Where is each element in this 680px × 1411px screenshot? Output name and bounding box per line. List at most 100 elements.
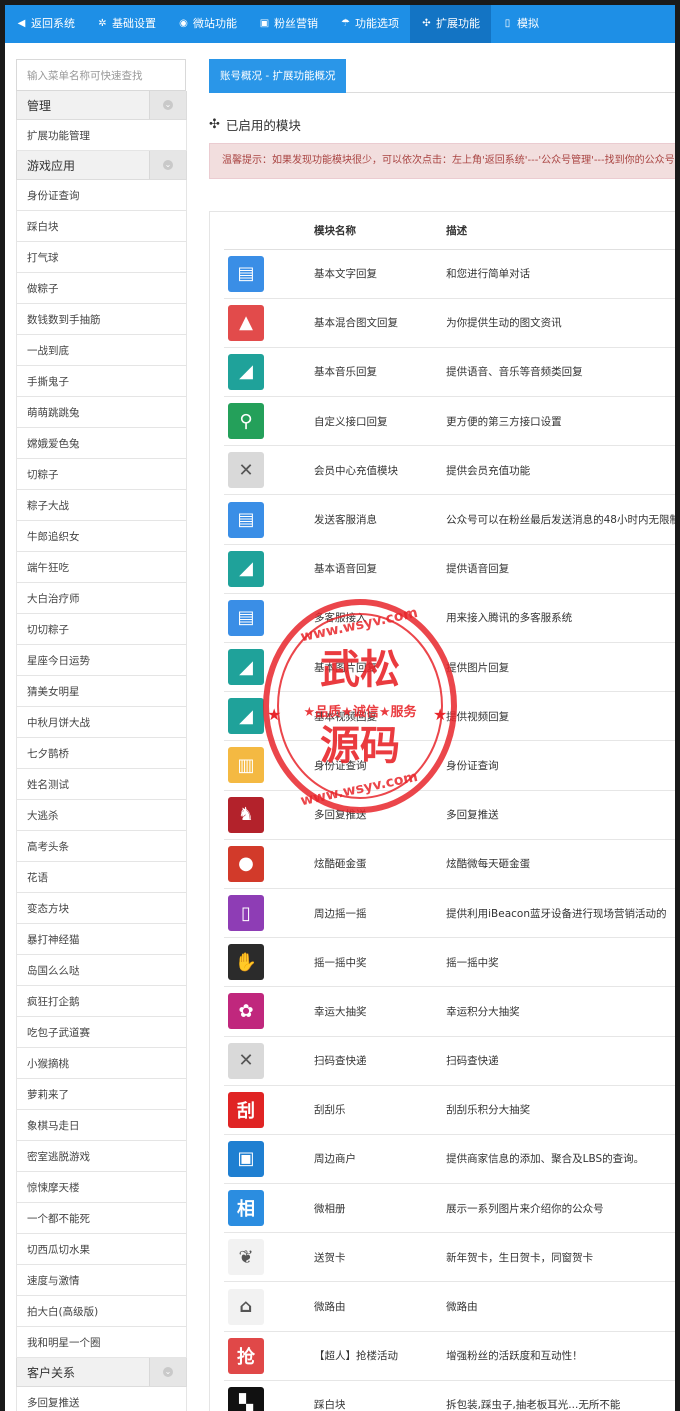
module-icon-cell: ▲: [224, 298, 314, 348]
tab-bar: 账号概况 - 扩展功能概况: [209, 59, 675, 93]
sidebar-item[interactable]: 密室逃脱游戏: [16, 1141, 187, 1172]
sidebar-item[interactable]: 我和明星一个圈: [16, 1327, 187, 1358]
sidebar-item[interactable]: 惊悚摩天楼: [16, 1172, 187, 1203]
sidebar-item[interactable]: 踩白块: [16, 211, 187, 242]
table-row: ● 炫酷砸金蛋 炫酷微每天砸金蛋: [224, 839, 675, 889]
nav-item-label: 粉丝营销: [274, 17, 318, 30]
sidebar-group-title: 游戏应用: [27, 158, 76, 173]
chart-icon: ▥: [228, 747, 264, 784]
table-row: 抢 【超人】抢楼活动 增强粉丝的活跃度和互动性！: [224, 1331, 675, 1381]
module-icon-cell: ⚲: [224, 396, 314, 447]
cubes-icon: ✣: [209, 117, 220, 132]
collapse-toggle[interactable]: ⌄: [149, 151, 186, 179]
table-row: ◢ 基本音乐回复 提供语音、音乐等音频类回复: [224, 347, 675, 398]
grab-icon: 抢: [228, 1337, 264, 1374]
sidebar-item[interactable]: 打气球: [16, 242, 187, 273]
sidebar-item[interactable]: 七夕鹊桥: [16, 738, 187, 769]
sidebar-menu: 管理 ⌄ 扩展功能管理 游戏应用 ⌄ 身份证查询 踩白块 打气球 做粽子 数钱数到手抽筋 一战到底手…: [16, 91, 187, 1411]
nav-item-1[interactable]: ✲ 基础设置: [86, 5, 167, 43]
module-icon-cell: ⌂: [224, 1281, 314, 1332]
sidebar-item[interactable]: 嫦娥爱色兔: [16, 428, 187, 459]
sidebar-item[interactable]: 暴打神经猫: [16, 924, 187, 955]
sidebar-item[interactable]: 多回复推送: [16, 1387, 187, 1411]
sidebar-search-input[interactable]: 输入菜单名称可快速查找: [16, 59, 186, 91]
sidebar-item[interactable]: 扩展功能管理: [16, 120, 187, 151]
alert-tip: 温馨提示：如果发现功能模块很少，可以依次点击：左上角'返回系统'---'公众号管…: [209, 143, 675, 179]
module-desc: 提供视频回复: [446, 691, 675, 742]
sidebar-item[interactable]: 粽子大战: [16, 490, 187, 521]
sidebar-group-header[interactable]: 管理 ⌄: [16, 91, 187, 120]
modules-table-panel: 模块名称 描述 ▤ 基本文字回复 和您进行简单对话 ▲ 基本混合图文回复 为你提供生动的图…: [209, 211, 675, 1411]
module-desc: 和您进行简单对话: [446, 249, 675, 299]
sidebar-item[interactable]: 拍大白(高级版): [16, 1296, 187, 1327]
chevron-icon: ⌄: [163, 1367, 173, 1377]
sidebar-item[interactable]: 小猴摘桃: [16, 1048, 187, 1079]
collapse-toggle[interactable]: ⌄: [149, 91, 186, 119]
nav-item-3[interactable]: ▣ 粉丝营销: [248, 5, 329, 43]
sidebar-item[interactable]: 象棋马走日: [16, 1110, 187, 1141]
gear-icon: ✲: [98, 18, 107, 29]
router-icon: ⌂: [228, 1288, 264, 1325]
tab-account-overview[interactable]: 账号概况 - 扩展功能概况: [209, 59, 347, 93]
umbrella-icon: ☂: [341, 18, 350, 29]
sidebar-item[interactable]: 速度与激情: [16, 1265, 187, 1296]
phone-icon: ▯: [504, 18, 511, 29]
sidebar-item[interactable]: 高考头条: [16, 831, 187, 862]
sidebar-item[interactable]: 大逃杀: [16, 800, 187, 831]
sidebar-item[interactable]: 吃包子武道赛: [16, 1017, 187, 1048]
sidebar-item[interactable]: 切切粽子: [16, 614, 187, 645]
sidebar-item[interactable]: 大白治疗师: [16, 583, 187, 614]
nav-item-label: 微站功能: [193, 17, 237, 30]
sidebar-item[interactable]: 岛国么么哒: [16, 955, 187, 986]
module-icon-cell: ▣: [224, 1134, 314, 1185]
sidebar-item[interactable]: 萌萌跳跳兔: [16, 397, 187, 428]
table-row: ⌂ 微路由 微路由: [224, 1281, 675, 1332]
sidebar-item[interactable]: 端午狂吃: [16, 552, 187, 583]
sidebar-item[interactable]: 牛郎追织女: [16, 521, 187, 552]
table-row: ▣ 周边商户 提供商家信息的添加、聚合及LBS的查询。: [224, 1134, 675, 1185]
audio-icon: ◢: [228, 550, 264, 587]
nav-item-5[interactable]: ✣ 扩展功能: [410, 5, 491, 43]
module-desc: 提供会员充值功能: [446, 445, 675, 496]
nav-item-6[interactable]: ▯ 模拟: [491, 5, 550, 43]
picture-icon: ▲: [228, 304, 264, 341]
sidebar-group-title: 客户关系: [27, 1365, 76, 1380]
collapse-toggle[interactable]: ⌄: [149, 1358, 186, 1386]
module-name: 多回复推送: [313, 790, 447, 840]
sidebar-item[interactable]: 变态方块: [16, 893, 187, 924]
table-row: 刮 刮刮乐 刮刮乐积分大抽奖: [224, 1085, 675, 1135]
sidebar-item[interactable]: 一个都不能死: [16, 1203, 187, 1234]
module-name: 微路由: [313, 1281, 447, 1332]
module-icon-cell: ▤: [224, 593, 314, 644]
table-row: ▲ 基本混合图文回复 为你提供生动的图文资讯: [224, 298, 675, 348]
sidebar-item[interactable]: 中秋月饼大战: [16, 707, 187, 738]
ribbon-icon: ❦: [228, 1239, 264, 1276]
sidebar-item[interactable]: 手撕鬼子: [16, 366, 187, 397]
nav-item-2[interactable]: ◉ 微站功能: [167, 5, 248, 43]
table-row: ◢ 基本视频回复 提供视频回复: [224, 691, 675, 742]
sidebar-item[interactable]: 疯狂打企鹅: [16, 986, 187, 1017]
lottery-icon: ✿: [228, 993, 264, 1030]
table-row: ▚ 踩白块 拆包装,踩虫子,抽老板耳光...无所不能: [224, 1380, 675, 1411]
sidebar-item[interactable]: 切西瓜切水果: [16, 1234, 187, 1265]
sidebar-item[interactable]: 做粽子: [16, 273, 187, 304]
sidebar-item[interactable]: 猜美女明星: [16, 676, 187, 707]
sidebar-item[interactable]: 星座今日运势: [16, 645, 187, 676]
module-name: 基本文字回复: [313, 249, 447, 299]
sidebar-item[interactable]: 切粽子: [16, 459, 187, 490]
sidebar-group-header[interactable]: 客户关系 ⌄: [16, 1358, 187, 1387]
nav-item-4[interactable]: ☂ 功能选项: [329, 5, 410, 43]
module-icon-cell: ✕: [224, 445, 314, 496]
sidebar-item[interactable]: 身份证查询: [16, 180, 187, 211]
module-icon-cell: ✕: [224, 1036, 314, 1086]
sidebar-item[interactable]: 数钱数到手抽筋: [16, 304, 187, 335]
module-desc: 更方便的第三方接口设置: [446, 396, 675, 447]
nav-item-0[interactable]: ◀ 返回系统: [5, 5, 86, 43]
sidebar-item[interactable]: 花语: [16, 862, 187, 893]
sidebar-item[interactable]: 一战到底: [16, 335, 187, 366]
network-icon: ⚲: [228, 403, 264, 440]
module-icon-cell: ❦: [224, 1232, 314, 1283]
sidebar-item[interactable]: 萝莉来了: [16, 1079, 187, 1110]
sidebar-item[interactable]: 姓名测试: [16, 769, 187, 800]
sidebar-group-header[interactable]: 游戏应用 ⌄: [16, 151, 187, 180]
